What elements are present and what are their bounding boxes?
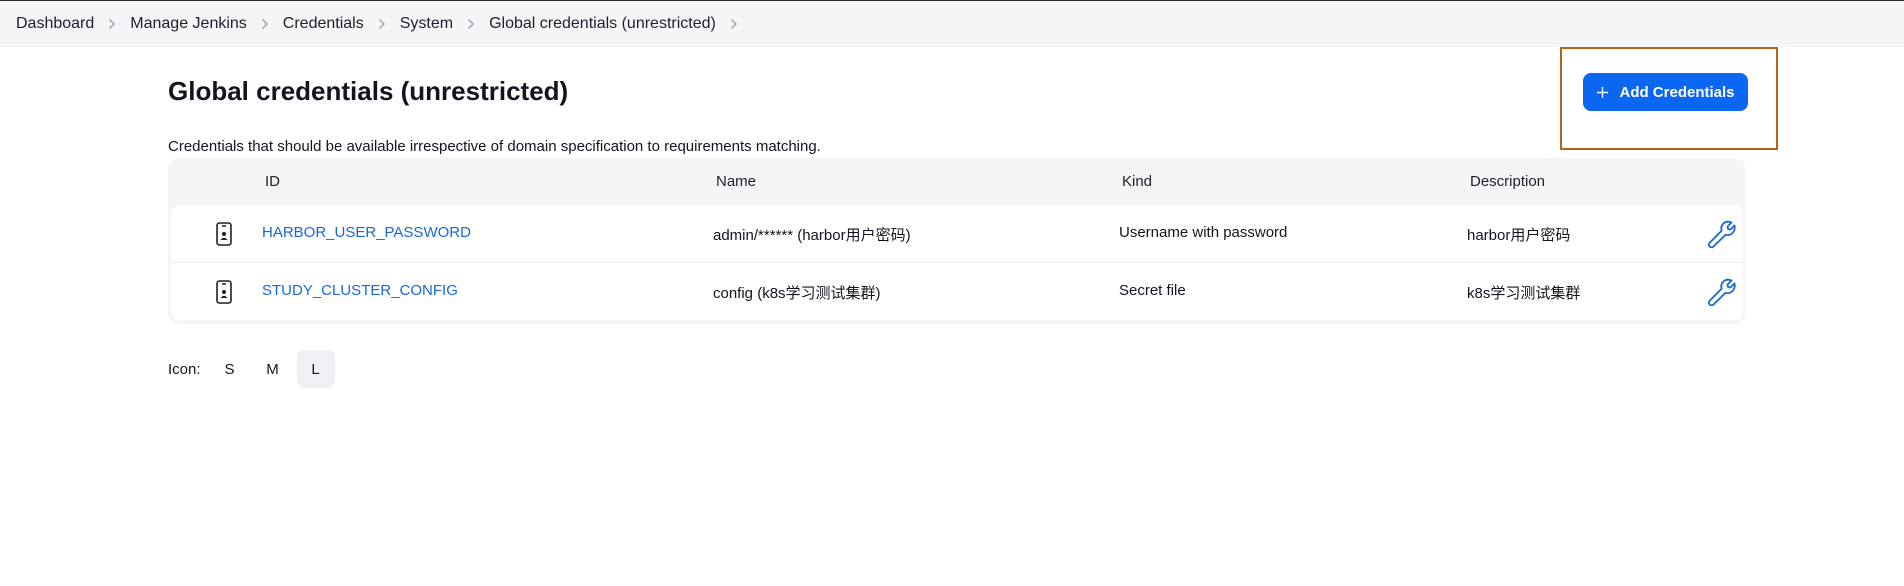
header-description[interactable]: Description: [1470, 173, 1545, 190]
chevron-right-icon[interactable]: [730, 18, 738, 30]
wrench-icon[interactable]: [1706, 276, 1736, 307]
credential-name: config (k8s学习测试集群): [713, 285, 881, 302]
icon-size-selector: Icon: S M L: [168, 350, 340, 388]
mobile-device-icon: [214, 279, 234, 305]
breadcrumb-global-credentials[interactable]: Global credentials (unrestricted): [489, 15, 716, 33]
icon-size-label: Icon:: [168, 360, 201, 378]
breadcrumb-credentials[interactable]: Credentials: [283, 15, 364, 33]
mobile-device-icon: [214, 221, 234, 247]
chevron-right-icon: [261, 18, 269, 30]
domain-description: Credentials that should be available irr…: [168, 138, 821, 155]
chevron-right-icon: [108, 18, 116, 30]
credential-description: harbor用户密码: [1467, 227, 1571, 244]
header-name[interactable]: Name: [716, 173, 756, 190]
table-body: HARBOR_USER_PASSWORD admin/****** (harbo…: [171, 205, 1743, 320]
breadcrumb-dashboard[interactable]: Dashboard: [16, 15, 94, 33]
page-title: Global credentials (unrestricted): [168, 76, 569, 106]
credential-kind: Secret file: [1119, 282, 1186, 299]
credentials-table: ID Name Kind Description HARBOR_USER_PAS…: [168, 158, 1746, 324]
icon-size-l[interactable]: L: [296, 350, 335, 388]
credential-id-link[interactable]: STUDY_CLUSTER_CONFIG: [262, 282, 458, 299]
icon-size-m[interactable]: M: [254, 350, 292, 388]
table-header: ID Name Kind Description: [171, 158, 1743, 205]
breadcrumb: Dashboard Manage Jenkins Credentials Sys…: [0, 1, 1904, 47]
credential-kind: Username with password: [1119, 224, 1288, 241]
table-row: STUDY_CLUSTER_CONFIG config (k8s学习测试集群) …: [171, 262, 1743, 320]
chevron-right-icon: [378, 18, 386, 30]
credential-description: k8s学习测试集群: [1467, 285, 1581, 302]
credential-id-link[interactable]: HARBOR_USER_PASSWORD: [262, 224, 471, 241]
icon-size-s[interactable]: S: [211, 350, 249, 388]
breadcrumb-system[interactable]: System: [400, 15, 453, 33]
add-credentials-button[interactable]: Add Credentials: [1583, 73, 1748, 111]
plus-icon: [1596, 86, 1609, 99]
chevron-right-icon: [467, 18, 475, 30]
table-row: HARBOR_USER_PASSWORD admin/****** (harbo…: [171, 205, 1743, 262]
header-id[interactable]: ID: [265, 173, 280, 190]
wrench-icon[interactable]: [1706, 218, 1736, 249]
credential-name: admin/****** (harbor用户密码): [713, 227, 911, 244]
header-kind[interactable]: Kind: [1122, 173, 1152, 190]
breadcrumb-manage-jenkins[interactable]: Manage Jenkins: [130, 15, 247, 33]
add-credentials-label: Add Credentials: [1619, 83, 1735, 101]
